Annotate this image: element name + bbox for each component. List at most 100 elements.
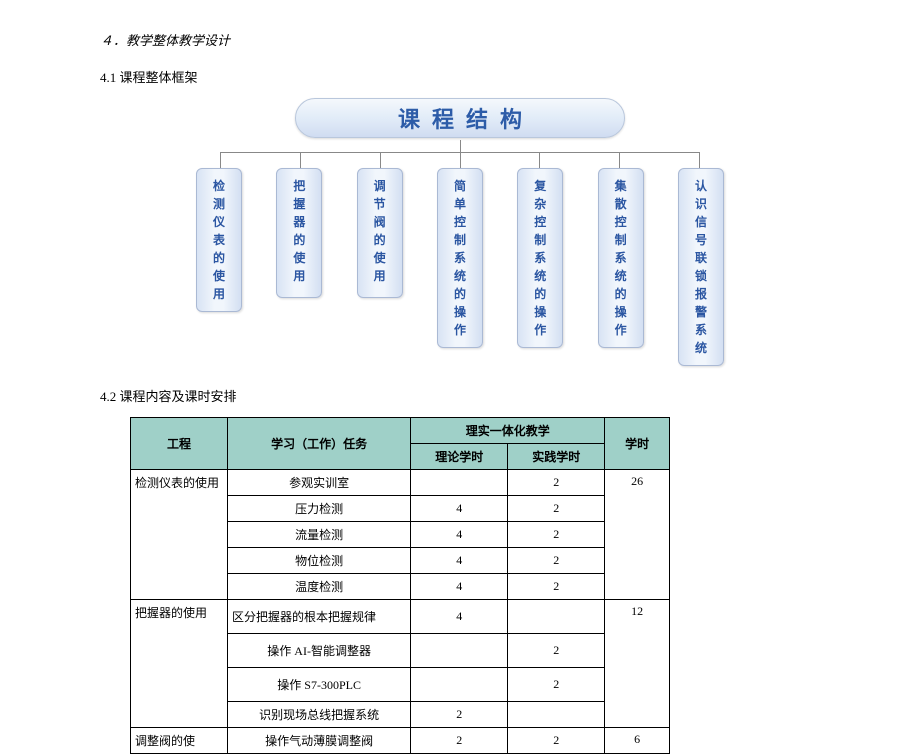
cell-task: 物位检测 bbox=[228, 548, 411, 574]
cell-task: 区分把握器的根本把握规律 bbox=[228, 600, 411, 634]
course-table-wrap: 工程 学习（工作）任务 理实一体化教学 学时 理论学时 实践学时 检测仪表的使用… bbox=[130, 417, 820, 754]
cell-theory: 4 bbox=[411, 522, 508, 548]
th-theory: 理论学时 bbox=[411, 444, 508, 470]
diagram-box-char: 器 bbox=[293, 213, 305, 231]
diagram-box-char: 使 bbox=[293, 249, 305, 267]
diagram-box-char: 制 bbox=[454, 231, 466, 249]
diagram-box-char: 警 bbox=[695, 303, 707, 321]
diagram-box-char: 统 bbox=[454, 267, 466, 285]
diagram-box-char: 报 bbox=[695, 285, 707, 303]
cell-hours: 12 bbox=[605, 600, 670, 728]
diagram-box-char: 作 bbox=[615, 321, 627, 339]
diagram-box-char: 用 bbox=[374, 267, 386, 285]
cell-theory bbox=[411, 668, 508, 702]
diagram-box-char: 操 bbox=[454, 303, 466, 321]
diagram-box-char: 散 bbox=[615, 195, 627, 213]
diagram-box-3: 简单控制系统的操作 bbox=[437, 168, 483, 348]
cell-hours: 26 bbox=[605, 470, 670, 600]
diagram-box-char: 作 bbox=[534, 321, 546, 339]
cell-theory: 4 bbox=[411, 574, 508, 600]
diagram-box-char: 的 bbox=[615, 285, 627, 303]
diagram-box-char: 杂 bbox=[534, 195, 546, 213]
cell-practice: 2 bbox=[508, 522, 605, 548]
cell-task: 流量检测 bbox=[228, 522, 411, 548]
course-table-body: 检测仪表的使用参观实训室226压力检测42流量检测42物位检测42温度检测42把… bbox=[131, 470, 670, 754]
diagram-box-char: 测 bbox=[213, 195, 225, 213]
diagram-box-char: 的 bbox=[374, 231, 386, 249]
diagram-box-char: 简 bbox=[454, 177, 466, 195]
diagram-box-char: 认 bbox=[695, 177, 707, 195]
diagram-box-char: 系 bbox=[615, 249, 627, 267]
diagram-box-char: 阀 bbox=[374, 213, 386, 231]
course-hours-table: 工程 学习（工作）任务 理实一体化教学 学时 理论学时 实践学时 检测仪表的使用… bbox=[130, 417, 670, 754]
diagram-box-char: 号 bbox=[695, 231, 707, 249]
cell-project: 调整阀的使 bbox=[131, 728, 228, 754]
diagram-box-char: 统 bbox=[615, 267, 627, 285]
subsection-4-1: 4.1 课程整体框架 bbox=[100, 67, 820, 86]
th-project: 工程 bbox=[131, 418, 228, 470]
cell-practice: 2 bbox=[508, 548, 605, 574]
diagram-box-char: 调 bbox=[374, 177, 386, 195]
section-4-heading: ４．教学整体教学设计 bbox=[100, 30, 820, 49]
cell-task: 温度检测 bbox=[228, 574, 411, 600]
cell-theory: 4 bbox=[411, 548, 508, 574]
diagram-boxes-row: 检测仪表的使用把握器的使用调节阀的使用简单控制系统的操作复杂控制系统的操作集散控… bbox=[180, 168, 740, 366]
diagram-box-char: 信 bbox=[695, 213, 707, 231]
diagram-box-char: 把 bbox=[293, 177, 305, 195]
diagram-box-char: 制 bbox=[534, 231, 546, 249]
diagram-box-char: 作 bbox=[454, 321, 466, 339]
th-hours: 学时 bbox=[605, 418, 670, 470]
diagram-box-char: 操 bbox=[615, 303, 627, 321]
diagram-box-char: 统 bbox=[534, 267, 546, 285]
diagram-box-char: 系 bbox=[695, 321, 707, 339]
diagram-title: 课程结构 bbox=[386, 102, 534, 134]
diagram-box-char: 表 bbox=[213, 231, 225, 249]
cell-theory: 2 bbox=[411, 728, 508, 754]
th-task: 学习（工作）任务 bbox=[228, 418, 411, 470]
diagram-box-char: 检 bbox=[213, 177, 225, 195]
diagram-box-char: 单 bbox=[454, 195, 466, 213]
diagram-box-5: 集散控制系统的操作 bbox=[598, 168, 644, 348]
diagram-connectors bbox=[180, 140, 740, 168]
cell-project: 检测仪表的使用 bbox=[131, 470, 228, 600]
cell-practice: 2 bbox=[508, 470, 605, 496]
diagram-box-char: 锁 bbox=[695, 267, 707, 285]
diagram-box-char: 控 bbox=[534, 213, 546, 231]
diagram-box-char: 系 bbox=[454, 249, 466, 267]
diagram-box-char: 的 bbox=[534, 285, 546, 303]
th-practice: 实践学时 bbox=[508, 444, 605, 470]
diagram-box-2: 调节阀的使用 bbox=[357, 168, 403, 298]
diagram-box-char: 制 bbox=[615, 231, 627, 249]
table-row: 检测仪表的使用参观实训室226 bbox=[131, 470, 670, 496]
cell-task: 识别现场总线把握系统 bbox=[228, 702, 411, 728]
diagram-box-0: 检测仪表的使用 bbox=[196, 168, 242, 312]
diagram-box-char: 统 bbox=[695, 339, 707, 357]
table-row: 把握器的使用区分把握器的根本把握规律412 bbox=[131, 600, 670, 634]
cell-theory bbox=[411, 470, 508, 496]
diagram-box-char: 节 bbox=[374, 195, 386, 213]
cell-task: 参观实训室 bbox=[228, 470, 411, 496]
diagram-box-char: 系 bbox=[534, 249, 546, 267]
cell-practice bbox=[508, 702, 605, 728]
diagram-box-char: 操 bbox=[534, 303, 546, 321]
diagram-box-1: 把握器的使用 bbox=[276, 168, 322, 298]
diagram-box-char: 控 bbox=[615, 213, 627, 231]
diagram-box-char: 联 bbox=[695, 249, 707, 267]
cell-practice: 2 bbox=[508, 496, 605, 522]
cell-theory: 4 bbox=[411, 600, 508, 634]
diagram-box-6: 认识信号联锁报警系统 bbox=[678, 168, 724, 366]
diagram-box-char: 握 bbox=[293, 195, 305, 213]
cell-practice bbox=[508, 600, 605, 634]
cell-theory: 4 bbox=[411, 496, 508, 522]
diagram-box-char: 集 bbox=[615, 177, 627, 195]
diagram-title-box: 课程结构 bbox=[295, 98, 625, 138]
cell-task: 压力检测 bbox=[228, 496, 411, 522]
diagram-box-char: 用 bbox=[293, 267, 305, 285]
diagram-box-char: 使 bbox=[213, 267, 225, 285]
cell-practice: 2 bbox=[508, 574, 605, 600]
diagram-box-char: 使 bbox=[374, 249, 386, 267]
diagram-box-char: 的 bbox=[454, 285, 466, 303]
th-integrated: 理实一体化教学 bbox=[411, 418, 605, 444]
cell-practice: 2 bbox=[508, 728, 605, 754]
cell-task: 操作气动薄膜调整阀 bbox=[228, 728, 411, 754]
